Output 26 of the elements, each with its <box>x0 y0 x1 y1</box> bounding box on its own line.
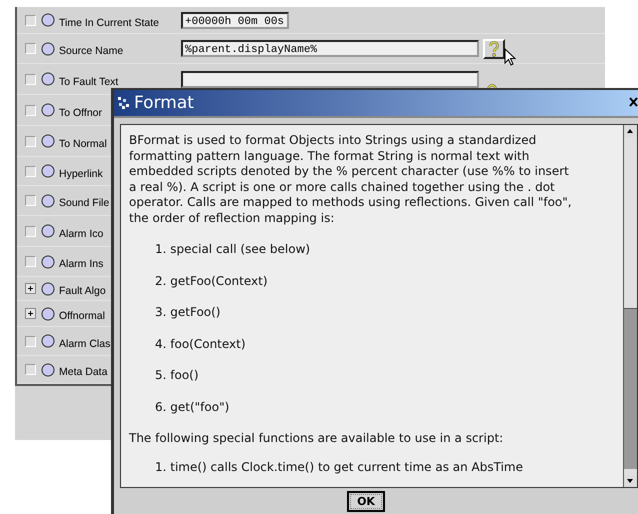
value-field[interactable]: %parent.displayName% <box>181 40 479 57</box>
property-label: Source Name <box>59 45 124 57</box>
list-item: 1. time() calls Clock.time() to get current time as an AbsTime <box>154 459 524 476</box>
property-label: Hyperlink <box>59 168 103 180</box>
list-item: 6. get("foo") <box>154 398 230 416</box>
property-label: To Normal <box>59 138 107 150</box>
help-paragraph: The following special functions are available to use in a script: <box>129 430 504 447</box>
dialog-title: Format <box>134 93 194 113</box>
list-item: 2. getFoo(Context) <box>154 272 268 290</box>
help-paragraph: BFormat is used to format Objects into Strings using a standardized formatting pattern language. The format String is normal text with embedded scripts denoted by the % percent character (use %% to insert a real %). A script is one or more calls chained together using the . dot operator. Calls are mapped to methods using reflections. Given call "foo", the order of reflection mapping is: <box>129 133 573 226</box>
property-label: Alarm Clas <box>59 338 110 350</box>
property-label: Offnormal <box>59 310 105 322</box>
list-item: 4. foo(Context) <box>154 336 247 352</box>
property-label: Sound File <box>59 197 110 209</box>
list-item: 5. foo() <box>154 367 200 384</box>
property-label: Time In Current State <box>59 16 159 28</box>
property-label: Alarm Ins <box>59 258 104 270</box>
ok-button[interactable]: OK <box>347 490 385 512</box>
value-field[interactable]: +00000h 00m 00s <box>181 12 289 28</box>
list-item: 3. getFoo() <box>154 304 222 321</box>
list-item: 1. special call (see below) <box>154 241 312 258</box>
property-label: Fault Algo <box>59 285 106 297</box>
property-label: To Offnor <box>59 106 102 118</box>
property-label: Meta Data <box>59 366 108 378</box>
property-label: To Fault Text <box>59 76 118 88</box>
property-label: Alarm Ico <box>59 228 104 240</box>
